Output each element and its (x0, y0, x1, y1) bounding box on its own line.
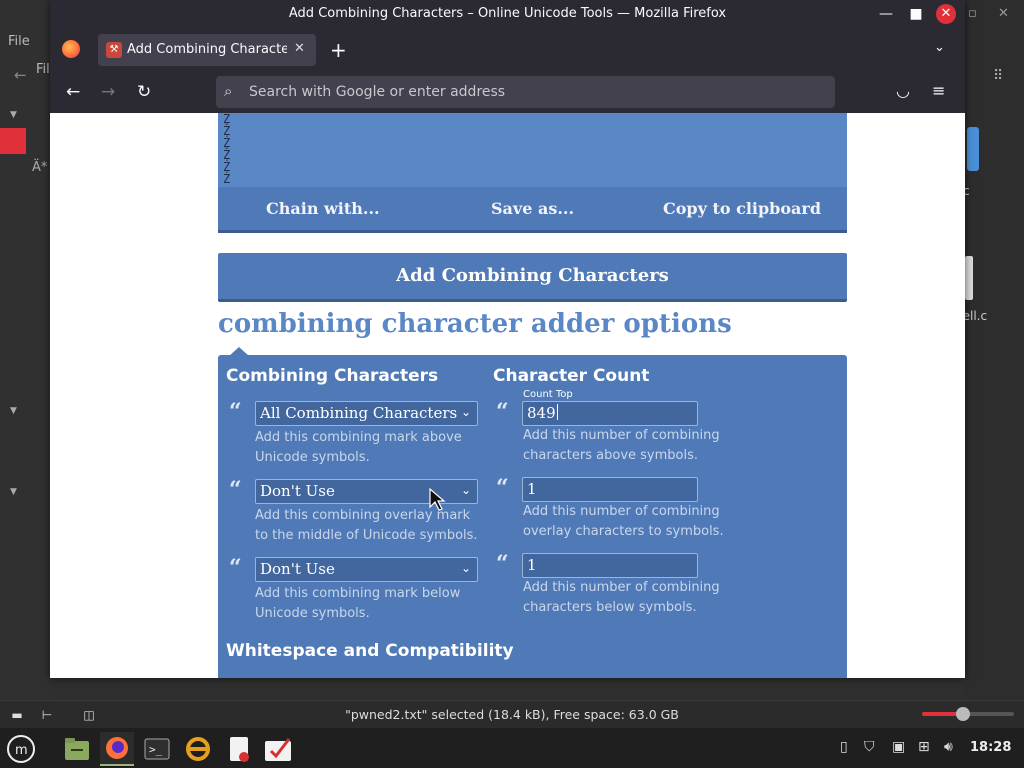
count-top-input[interactable]: 849 (522, 401, 698, 426)
files-icon[interactable] (60, 732, 94, 766)
task-icon[interactable] (261, 732, 295, 766)
grid-view-icon[interactable]: ⠿ (993, 68, 1003, 84)
tab-strip: ⚒ Add Combining Characters ✕ + ⌄ (50, 28, 965, 72)
forward-icon[interactable]: → (101, 82, 115, 102)
background-glyph: Ä* (32, 160, 48, 175)
tab-add-combining-characters[interactable]: ⚒ Add Combining Characters ✕ (98, 34, 316, 66)
button-label: Add Combining Characters (396, 265, 669, 286)
reload-icon[interactable]: ↻ (137, 82, 151, 102)
input-value: 1 (527, 556, 537, 574)
help-text: Add this combining mark above Unicode sy… (255, 430, 462, 465)
expander-icon[interactable]: ▼ (10, 406, 17, 416)
status-text: "pwned2.txt" selected (18.4 kB), Free sp… (345, 707, 679, 722)
new-tab-button[interactable]: + (330, 38, 347, 62)
terminal-icon[interactable]: >_ (140, 732, 174, 766)
quote-icon: “ (496, 399, 509, 425)
file-menu[interactable]: File (8, 34, 30, 49)
combining-above-select[interactable]: All Combining Characters ⌄ (255, 401, 478, 426)
output-textarea[interactable]: Z Ž Ź Ž Ź Ź (218, 113, 847, 187)
page-content: Z Ž Ź Ž Ź Ź Chain with... Save as... Cop… (50, 113, 965, 678)
output-text: Z Ž Ź Ž Ź Ź (223, 113, 231, 186)
svg-text:>_: >_ (149, 743, 163, 756)
pocket-icon[interactable]: ◡ (896, 81, 910, 100)
file-menu-2[interactable]: Fil (36, 62, 50, 77)
help-text: Add this combining overlay mark to the m… (255, 508, 478, 543)
network-icon[interactable]: ⊞ (918, 739, 930, 755)
quote-icon: “ (229, 555, 242, 581)
firefox-icon[interactable] (62, 40, 80, 58)
sync-icon[interactable] (181, 732, 215, 766)
select-value: Don't Use (260, 482, 335, 500)
file-icon[interactable] (965, 256, 973, 300)
output-actions: Chain with... Save as... Copy to clipboa… (218, 187, 847, 233)
select-value: Don't Use (260, 560, 335, 578)
menu-icon[interactable]: ≡ (932, 81, 945, 100)
back-arrow-icon[interactable]: ← (14, 66, 27, 84)
options-panel: Combining Characters Character Count “ A… (218, 355, 847, 678)
tools-icon: ⚒ (106, 42, 122, 58)
combining-characters-title: Combining Characters (226, 366, 439, 386)
selected-marker (0, 128, 26, 154)
help-text: Add this number of combining characters … (523, 580, 720, 615)
select-value: All Combining Characters (260, 404, 458, 422)
mint-menu-icon[interactable]: m (4, 732, 38, 766)
update-icon[interactable]: ▣ (892, 739, 905, 755)
file-manager-content (965, 0, 1024, 700)
chain-with-button[interactable]: Chain with... (266, 199, 380, 218)
clock[interactable]: 18:28 (970, 740, 1011, 755)
quote-icon: “ (229, 477, 242, 503)
add-combining-characters-button[interactable]: Add Combining Characters (218, 253, 847, 302)
count-overlay-input[interactable]: 1 (522, 477, 698, 502)
expander-icon[interactable]: ▼ (10, 110, 17, 120)
count-top-label: Count Top (523, 389, 573, 400)
mouse-cursor-icon (429, 487, 446, 511)
minimize-icon[interactable]: ▫ (968, 6, 977, 21)
chevron-down-icon: ⌄ (460, 405, 471, 419)
firefox-window: Add Combining Characters – Online Unicod… (50, 0, 965, 678)
quote-icon: “ (496, 551, 509, 577)
navigation-bar: ← → ↻ ⌕ Search with Google or enter addr… (50, 72, 965, 113)
back-icon[interactable]: ← (66, 82, 80, 102)
save-as-button[interactable]: Save as... (491, 199, 574, 218)
volume-icon[interactable]: 🔊︎ (944, 739, 953, 755)
list-all-tabs-icon[interactable]: ⌄ (934, 40, 945, 55)
help-text: Add this number of combining characters … (523, 428, 720, 463)
search-icon: ⌕ (224, 82, 233, 100)
copy-to-clipboard-button[interactable]: Copy to clipboard (663, 199, 821, 218)
input-value: 1 (527, 480, 537, 498)
maximize-button[interactable]: ■ (906, 5, 926, 23)
chevron-down-icon: ⌄ (460, 483, 471, 497)
help-text: Add this number of combining overlay cha… (523, 504, 724, 539)
minimize-button[interactable]: — (876, 5, 896, 23)
address-placeholder: Search with Google or enter address (249, 84, 506, 100)
title-bar: Add Combining Characters – Online Unicod… (50, 0, 965, 28)
firefox-icon[interactable] (100, 732, 134, 766)
input-value: 849 (527, 404, 558, 422)
close-icon[interactable]: ✕ (998, 6, 1009, 21)
tab-label: Add Combining Characters (127, 42, 287, 57)
text-editor-icon[interactable] (222, 732, 256, 766)
close-button[interactable]: ✕ (936, 4, 956, 24)
chevron-down-icon: ⌄ (460, 561, 471, 575)
file-manager-sidebar (0, 0, 50, 700)
options-heading: combining character adder options (218, 309, 732, 339)
address-bar[interactable]: ⌕ Search with Google or enter address (216, 76, 835, 108)
folder-icon[interactable] (967, 127, 979, 171)
notes-icon[interactable]: ▯ (840, 739, 848, 755)
zoom-slider[interactable] (922, 707, 1014, 721)
count-below-input[interactable]: 1 (522, 553, 698, 578)
file-manager-statusbar: ▬ ⊢ ◫ "pwned2.txt" selected (18.4 kB), F… (0, 700, 1024, 728)
tab-close-icon[interactable]: ✕ (294, 41, 305, 56)
quote-icon: “ (496, 475, 509, 501)
shield-icon[interactable]: ⛉ (864, 739, 875, 755)
window-title: Add Combining Characters – Online Unicod… (288, 6, 727, 21)
quote-icon: “ (229, 399, 242, 425)
help-text: Add this combining mark below Unicode sy… (255, 586, 461, 621)
taskbar: m >_ ▯ ⛉ ▣ ⊞ 🔊︎ 18:28 (0, 728, 1024, 768)
expander-icon[interactable]: ▼ (10, 487, 17, 497)
whitespace-compatibility-title: Whitespace and Compatibility (226, 641, 514, 661)
combining-below-select[interactable]: Don't Use ⌄ (255, 557, 478, 582)
svg-text:m: m (15, 743, 28, 758)
character-count-title: Character Count (493, 366, 650, 386)
